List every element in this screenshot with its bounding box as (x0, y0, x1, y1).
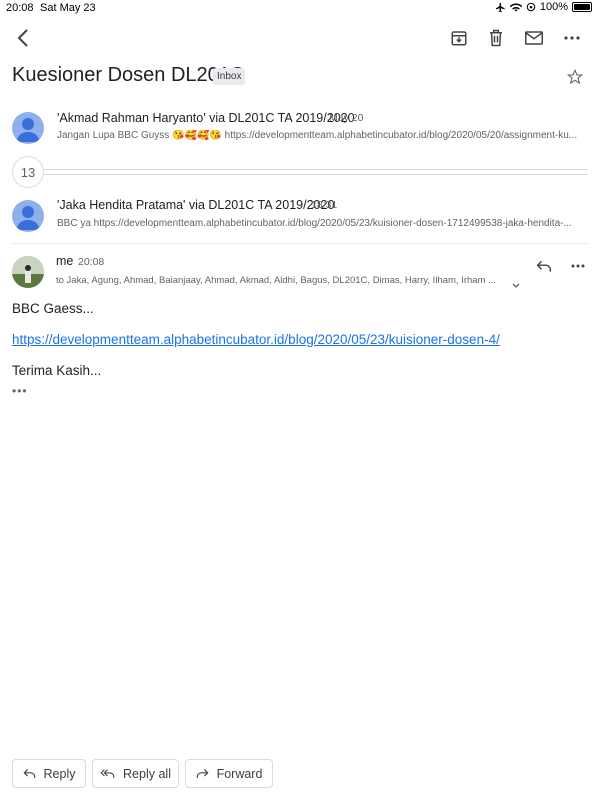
collapsed-messages-count[interactable]: 13 (12, 156, 44, 188)
more-vert-icon[interactable] (558, 24, 586, 52)
reply-all-button-label: Reply all (123, 766, 171, 781)
airplane-icon (495, 2, 505, 12)
reply-icon (22, 769, 35, 779)
archive-icon[interactable] (445, 24, 473, 52)
reply-icon[interactable] (530, 252, 558, 280)
battery-percent: 100% (539, 1, 568, 13)
collapsed-divider (44, 174, 588, 175)
message-sender: 'Akmad Rahman Haryanto' via DL201C TA 20… (57, 111, 355, 125)
mail-icon[interactable] (520, 24, 548, 52)
divider (12, 243, 588, 244)
reply-button-label: Reply (43, 766, 76, 781)
collapsed-divider (44, 169, 588, 170)
message-date: 18:31 (311, 199, 338, 211)
more-vert-icon[interactable] (564, 252, 592, 280)
avatar (12, 256, 44, 288)
status-right: 100% (495, 1, 592, 13)
forward-icon (196, 769, 209, 779)
subject-title: Kuesioner Dosen DL201C (12, 64, 245, 86)
message-row[interactable]: 'Jaka Hendita Pratama' via DL201C TA 201… (0, 197, 600, 237)
forward-button[interactable]: Forward (185, 759, 273, 788)
open-message-sender: me (56, 254, 74, 268)
message-sender: 'Jaka Hendita Pratama' via DL201C TA 201… (57, 198, 335, 212)
status-time: 20:08 (6, 2, 34, 14)
reply-button[interactable]: Reply (12, 759, 86, 788)
reply-all-icon (100, 769, 115, 778)
orientation-lock-icon (526, 2, 536, 12)
toolbar (0, 22, 600, 54)
body-closing: Terima Kasih... (12, 363, 102, 378)
recipients-line[interactable]: to Jaka, Agung, Ahmad, Baianjaay, Ahmad,… (56, 275, 516, 286)
message-snippet: BBC ya https://developmentteam.alphabeti… (57, 218, 572, 229)
message-date: May 20 (329, 112, 364, 124)
back-arrow-icon[interactable] (9, 24, 37, 52)
open-message-time: 20:08 (78, 256, 105, 268)
battery-icon (572, 2, 592, 12)
message-snippet: Jangan Lupa BBC Guyss 😘🥰🥰😘 https://devel… (57, 130, 578, 141)
message-row[interactable]: 'Akmad Rahman Haryanto' via DL201C TA 20… (0, 110, 600, 150)
inbox-label-badge[interactable]: Inbox (213, 68, 246, 85)
avatar (12, 112, 44, 144)
forward-button-label: Forward (216, 766, 263, 781)
wifi-icon (509, 3, 522, 12)
chevron-down-icon[interactable] (512, 276, 520, 294)
status-date: Sat May 23 (40, 2, 96, 14)
body-greeting: BBC Gaess... (12, 301, 94, 316)
body-link[interactable]: https://developmentteam.alphabetincubato… (12, 332, 500, 347)
status-bar: 20:08 Sat May 23 100% (0, 0, 600, 16)
reply-all-button[interactable]: Reply all (92, 759, 179, 788)
star-icon[interactable] (566, 68, 584, 90)
show-trimmed-content[interactable]: ••• (12, 384, 28, 398)
trash-icon[interactable] (482, 24, 510, 52)
avatar (12, 200, 44, 232)
